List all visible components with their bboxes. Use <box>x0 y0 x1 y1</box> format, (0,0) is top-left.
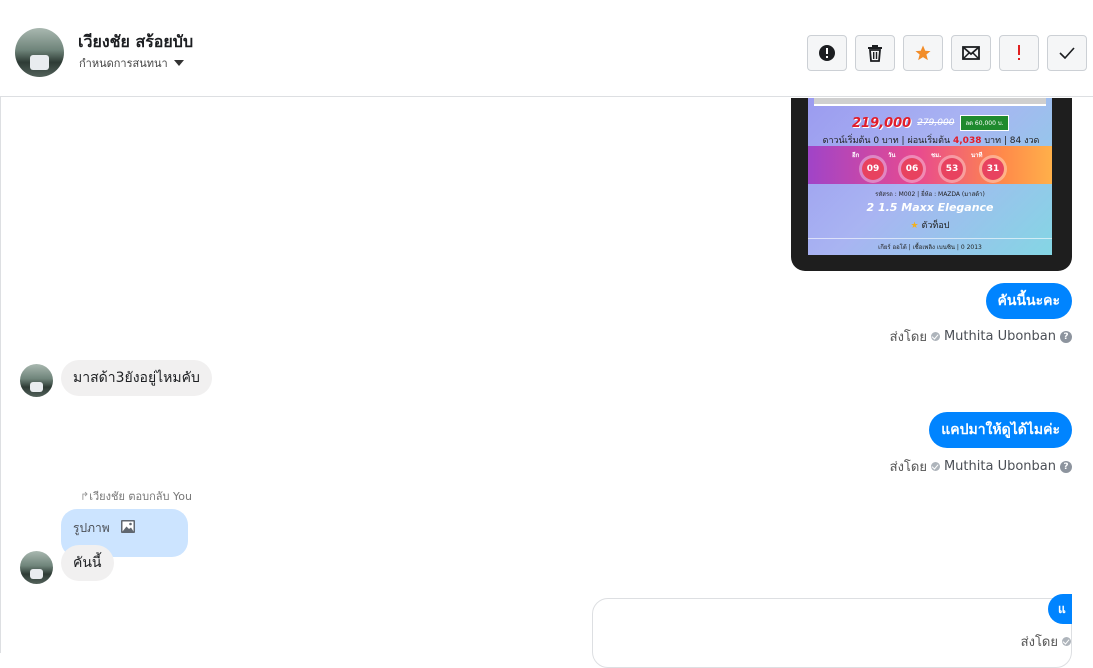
countdown-hours: 53 <box>938 155 966 183</box>
sent-by-line: ส่งโดย Muthita Ubonban ? <box>890 326 1072 347</box>
outgoing-message[interactable]: คันนี้นะคะ <box>985 283 1072 319</box>
car-specs: เกียร์ ออโต้ | เชื้อเพลิง เบนซิน | 0 201… <box>808 238 1052 252</box>
product-screenshot: 219,000 279,000 ลด 60,000 บ. ดาวน์เริ่มต… <box>808 98 1052 255</box>
outgoing-message-partial[interactable]: แ <box>1048 594 1072 624</box>
sent-by-line: ส่งโดย Muthita Ubonban ? <box>890 456 1072 477</box>
report-button[interactable] <box>807 35 847 71</box>
mark-done-button[interactable] <box>1047 35 1087 71</box>
sender-name[interactable]: Muthita Ubonban <box>944 459 1056 474</box>
countdown-days-lead: 09 <box>859 155 887 183</box>
quoted-text: รูปภาพ <box>73 521 110 535</box>
check-icon <box>1059 47 1075 59</box>
conversation-settings-label: กำหนดการสนทนา <box>79 57 168 70</box>
envelope-icon <box>962 46 980 60</box>
contact-avatar[interactable] <box>20 364 53 397</box>
sender-name[interactable]: Muthita Ubonban <box>944 329 1056 344</box>
alert-circle-icon <box>819 45 835 61</box>
mark-unread-button[interactable] <box>951 35 991 71</box>
star-button[interactable] <box>903 35 943 71</box>
star-icon: ★ <box>910 221 919 231</box>
terms-text: ดาวน์เริ่มต้น 0 บาท | ผ่อนเริ่มต้น <box>822 136 951 146</box>
countdown-label: ชม. <box>931 152 942 159</box>
verified-icon <box>1062 637 1071 646</box>
header-toolbar <box>807 35 1087 71</box>
incoming-message[interactable]: มาสด้า3ยังอยู่ไหมคับ <box>61 360 212 396</box>
car-code-brand: รหัสรถ : M002 | ยี่ห้อ : MAZDA (มาสด้า) <box>875 191 985 198</box>
countdown-label: อีก <box>852 152 860 159</box>
help-icon[interactable]: ? <box>1060 330 1072 343</box>
price: 219,000 <box>852 115 912 131</box>
reply-label: เวียงชัย ตอบกลับ You <box>89 490 192 503</box>
caret-down-icon <box>173 60 184 66</box>
conversation-settings-dropdown[interactable]: กำหนดการสนทนา <box>79 54 184 72</box>
car-photo-strip <box>814 98 1046 106</box>
countdown-band <box>808 146 1052 184</box>
sent-by-label: ส่งโดย <box>889 330 927 345</box>
countdown-days: 06 <box>898 155 926 183</box>
contact-avatar[interactable] <box>15 28 64 77</box>
composer-card[interactable] <box>592 598 1072 668</box>
discount-badge: ลด 60,000 บ. <box>960 115 1009 131</box>
sent-by-label: ส่งโดย <box>1020 635 1058 650</box>
incoming-message[interactable]: คันนี้ <box>61 545 114 581</box>
trim-tag: ★ ตัวท็อป <box>808 218 1052 232</box>
image-icon <box>120 520 135 533</box>
trim-label: ตัวท็อป <box>921 221 950 231</box>
trash-icon <box>868 45 882 62</box>
outgoing-message[interactable]: แคปมาให้ดูได้ไมค่ะ <box>929 412 1072 448</box>
terms-suffix: บาท | 84 งวด <box>984 136 1040 146</box>
mark-important-button[interactable] <box>999 35 1039 71</box>
contact-avatar[interactable] <box>20 551 53 584</box>
exclamation-icon <box>1018 45 1020 60</box>
help-icon[interactable]: ? <box>1060 460 1072 473</box>
countdown-minutes: 31 <box>979 155 1007 183</box>
old-price: 279,000 <box>917 118 955 128</box>
sent-by-label: ส่งโดย <box>889 460 927 475</box>
installment-amount: 4,038 <box>953 136 982 146</box>
delete-button[interactable] <box>855 35 895 71</box>
payment-terms: ดาวน์เริ่มต้น 0 บาท | ผ่อนเริ่มต้น 4,038… <box>818 133 1044 147</box>
countdown-label: วัน <box>888 152 896 159</box>
reply-arrow-icon: ↱ <box>80 490 90 503</box>
verified-icon <box>930 332 940 341</box>
price-row: 219,000 279,000 ลด 60,000 บ. <box>852 115 1009 131</box>
contact-name[interactable]: เวียงชัย สร้อยบับ <box>78 30 193 55</box>
verified-icon <box>930 462 940 471</box>
star-icon <box>915 45 931 61</box>
sent-by-line: ส่งโดย <box>1021 631 1071 652</box>
countdown-label: นาที <box>971 152 983 159</box>
car-model: 2 1.5 Maxx Elegance <box>866 201 994 214</box>
reply-indicator: ↱เวียงชัย ตอบกลับ You <box>80 487 192 505</box>
